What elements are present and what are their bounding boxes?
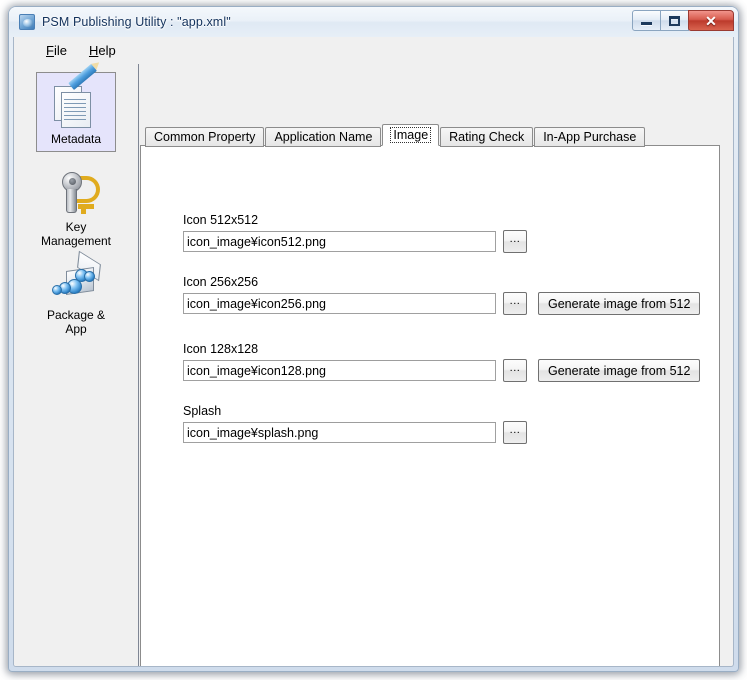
icon-256-generate-button[interactable]: Generate image from 512 xyxy=(538,292,701,315)
menu-item-file[interactable]: File xyxy=(35,40,78,61)
tab-in-app-purchase[interactable]: In-App Purchase xyxy=(534,127,646,147)
icon-256-browse-label: ... xyxy=(509,295,521,307)
tab-strip: Common Property Application Name Image R… xyxy=(145,124,646,147)
minimize-button[interactable] xyxy=(632,10,661,31)
icon-128-browse-button[interactable]: ... xyxy=(503,359,527,382)
navigation-sidebar: Metadata Key Management Package & App xyxy=(14,63,138,666)
icon-512-browse-button[interactable]: ... xyxy=(503,230,527,253)
key-icon xyxy=(48,167,104,217)
field-splash: Splash ... xyxy=(183,404,527,444)
menu-item-file-label: ile xyxy=(53,43,67,58)
field-icon-512: Icon 512x512 ... xyxy=(183,213,527,253)
sidebar-item-metadata-label: Metadata xyxy=(50,132,102,146)
tab-common-property-label: Common Property xyxy=(154,130,256,144)
tab-image[interactable]: Image xyxy=(382,124,440,146)
menu-item-help-label: elp xyxy=(98,43,116,58)
client-area: File Help Metadata Key Management Packag… xyxy=(13,37,734,667)
maximize-button[interactable] xyxy=(660,10,689,31)
splash-input[interactable] xyxy=(183,422,496,443)
sidebar-item-key-management-label-1: Key xyxy=(65,220,87,234)
tab-application-name-label: Application Name xyxy=(274,130,373,144)
field-icon-256: Icon 256x256 ... Generate image from 512 xyxy=(183,275,701,315)
icon-256-generate-label: Generate image from 512 xyxy=(548,296,691,311)
field-icon-128-label: Icon 128x128 xyxy=(183,342,259,356)
title-bar[interactable]: PSM Publishing Utility : "app.xml" ✕ xyxy=(9,7,738,37)
tab-image-label: Image xyxy=(390,127,432,143)
tab-rating-check[interactable]: Rating Check xyxy=(440,127,534,147)
splash-browse-button[interactable]: ... xyxy=(503,421,527,444)
tab-common-property[interactable]: Common Property xyxy=(145,127,265,147)
application-window: PSM Publishing Utility : "app.xml" ✕ Fil… xyxy=(8,6,739,672)
sidebar-item-package-app[interactable]: Package & App xyxy=(36,249,116,341)
document-pencil-icon xyxy=(48,63,104,129)
field-icon-512-label: Icon 512x512 xyxy=(183,213,259,227)
sidebar-item-key-management[interactable]: Key Management xyxy=(36,161,116,253)
sidebar-item-key-management-label-2: Management xyxy=(40,234,112,248)
image-tab-panel: Icon 512x512 ... Icon 256x256 ... xyxy=(140,145,720,666)
icon-512-browse-label: ... xyxy=(509,233,521,245)
sidebar-item-package-app-label-2: App xyxy=(65,322,87,336)
icon-128-input[interactable] xyxy=(183,360,496,381)
window-title: PSM Publishing Utility : "app.xml" xyxy=(42,15,231,29)
splash-browse-label: ... xyxy=(509,424,521,436)
field-icon-256-label: Icon 256x256 xyxy=(183,275,259,289)
minimize-icon xyxy=(641,22,652,25)
field-icon-128: Icon 128x128 ... Generate image from 512 xyxy=(183,342,701,382)
tab-in-app-purchase-label: In-App Purchase xyxy=(543,130,637,144)
icon-256-browse-button[interactable]: ... xyxy=(503,292,527,315)
field-splash-label: Splash xyxy=(183,404,222,418)
sidebar-item-package-app-label-1: Package & xyxy=(46,308,106,322)
menu-item-help[interactable]: Help xyxy=(78,40,127,61)
icon-256-input[interactable] xyxy=(183,293,496,314)
close-icon: ✕ xyxy=(705,12,717,29)
menu-bar: File Help xyxy=(14,37,733,64)
icon-512-input[interactable] xyxy=(183,231,496,252)
maximize-icon xyxy=(669,15,680,26)
tab-area: Common Property Application Name Image R… xyxy=(139,64,733,666)
close-button[interactable]: ✕ xyxy=(688,10,734,31)
tab-rating-check-label: Rating Check xyxy=(449,130,525,144)
package-box-icon xyxy=(48,250,104,305)
icon-128-generate-button[interactable]: Generate image from 512 xyxy=(538,359,701,382)
tab-application-name[interactable]: Application Name xyxy=(265,127,382,147)
psm-app-icon xyxy=(19,14,35,30)
window-controls: ✕ xyxy=(632,10,734,31)
icon-128-generate-label: Generate image from 512 xyxy=(548,363,691,378)
sidebar-item-metadata[interactable]: Metadata xyxy=(36,63,116,152)
icon-128-browse-label: ... xyxy=(509,362,521,374)
